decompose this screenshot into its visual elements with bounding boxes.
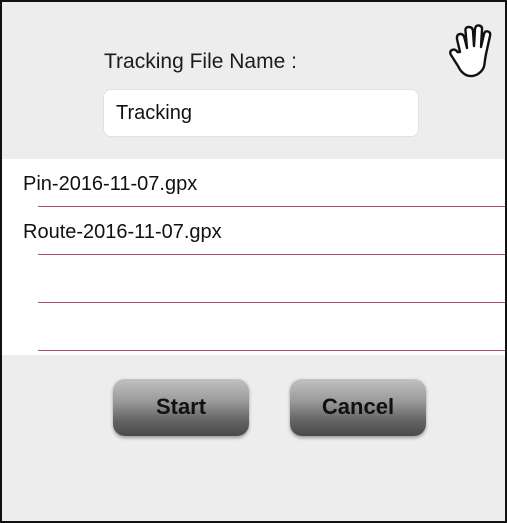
- tracking-dialog: Tracking File Name : Pin-2016-11-07.gpx …: [0, 0, 507, 523]
- file-name: Pin-2016-11-07.gpx: [23, 173, 198, 195]
- list-item[interactable]: Route-2016-11-07.gpx: [2, 207, 505, 255]
- file-name-label: Tracking File Name :: [104, 50, 297, 73]
- row-separator: [38, 350, 505, 351]
- file-name-input[interactable]: [103, 89, 419, 137]
- list-item[interactable]: [2, 255, 505, 303]
- file-list: Pin-2016-11-07.gpx Route-2016-11-07.gpx: [2, 159, 505, 355]
- hand-icon[interactable]: [446, 22, 502, 82]
- dialog-header: Tracking File Name :: [2, 2, 505, 158]
- file-name: Route-2016-11-07.gpx: [23, 221, 222, 243]
- cancel-button[interactable]: Cancel: [290, 378, 426, 436]
- start-button[interactable]: Start: [113, 378, 249, 436]
- list-item[interactable]: [2, 303, 505, 351]
- list-item[interactable]: Pin-2016-11-07.gpx: [2, 159, 505, 207]
